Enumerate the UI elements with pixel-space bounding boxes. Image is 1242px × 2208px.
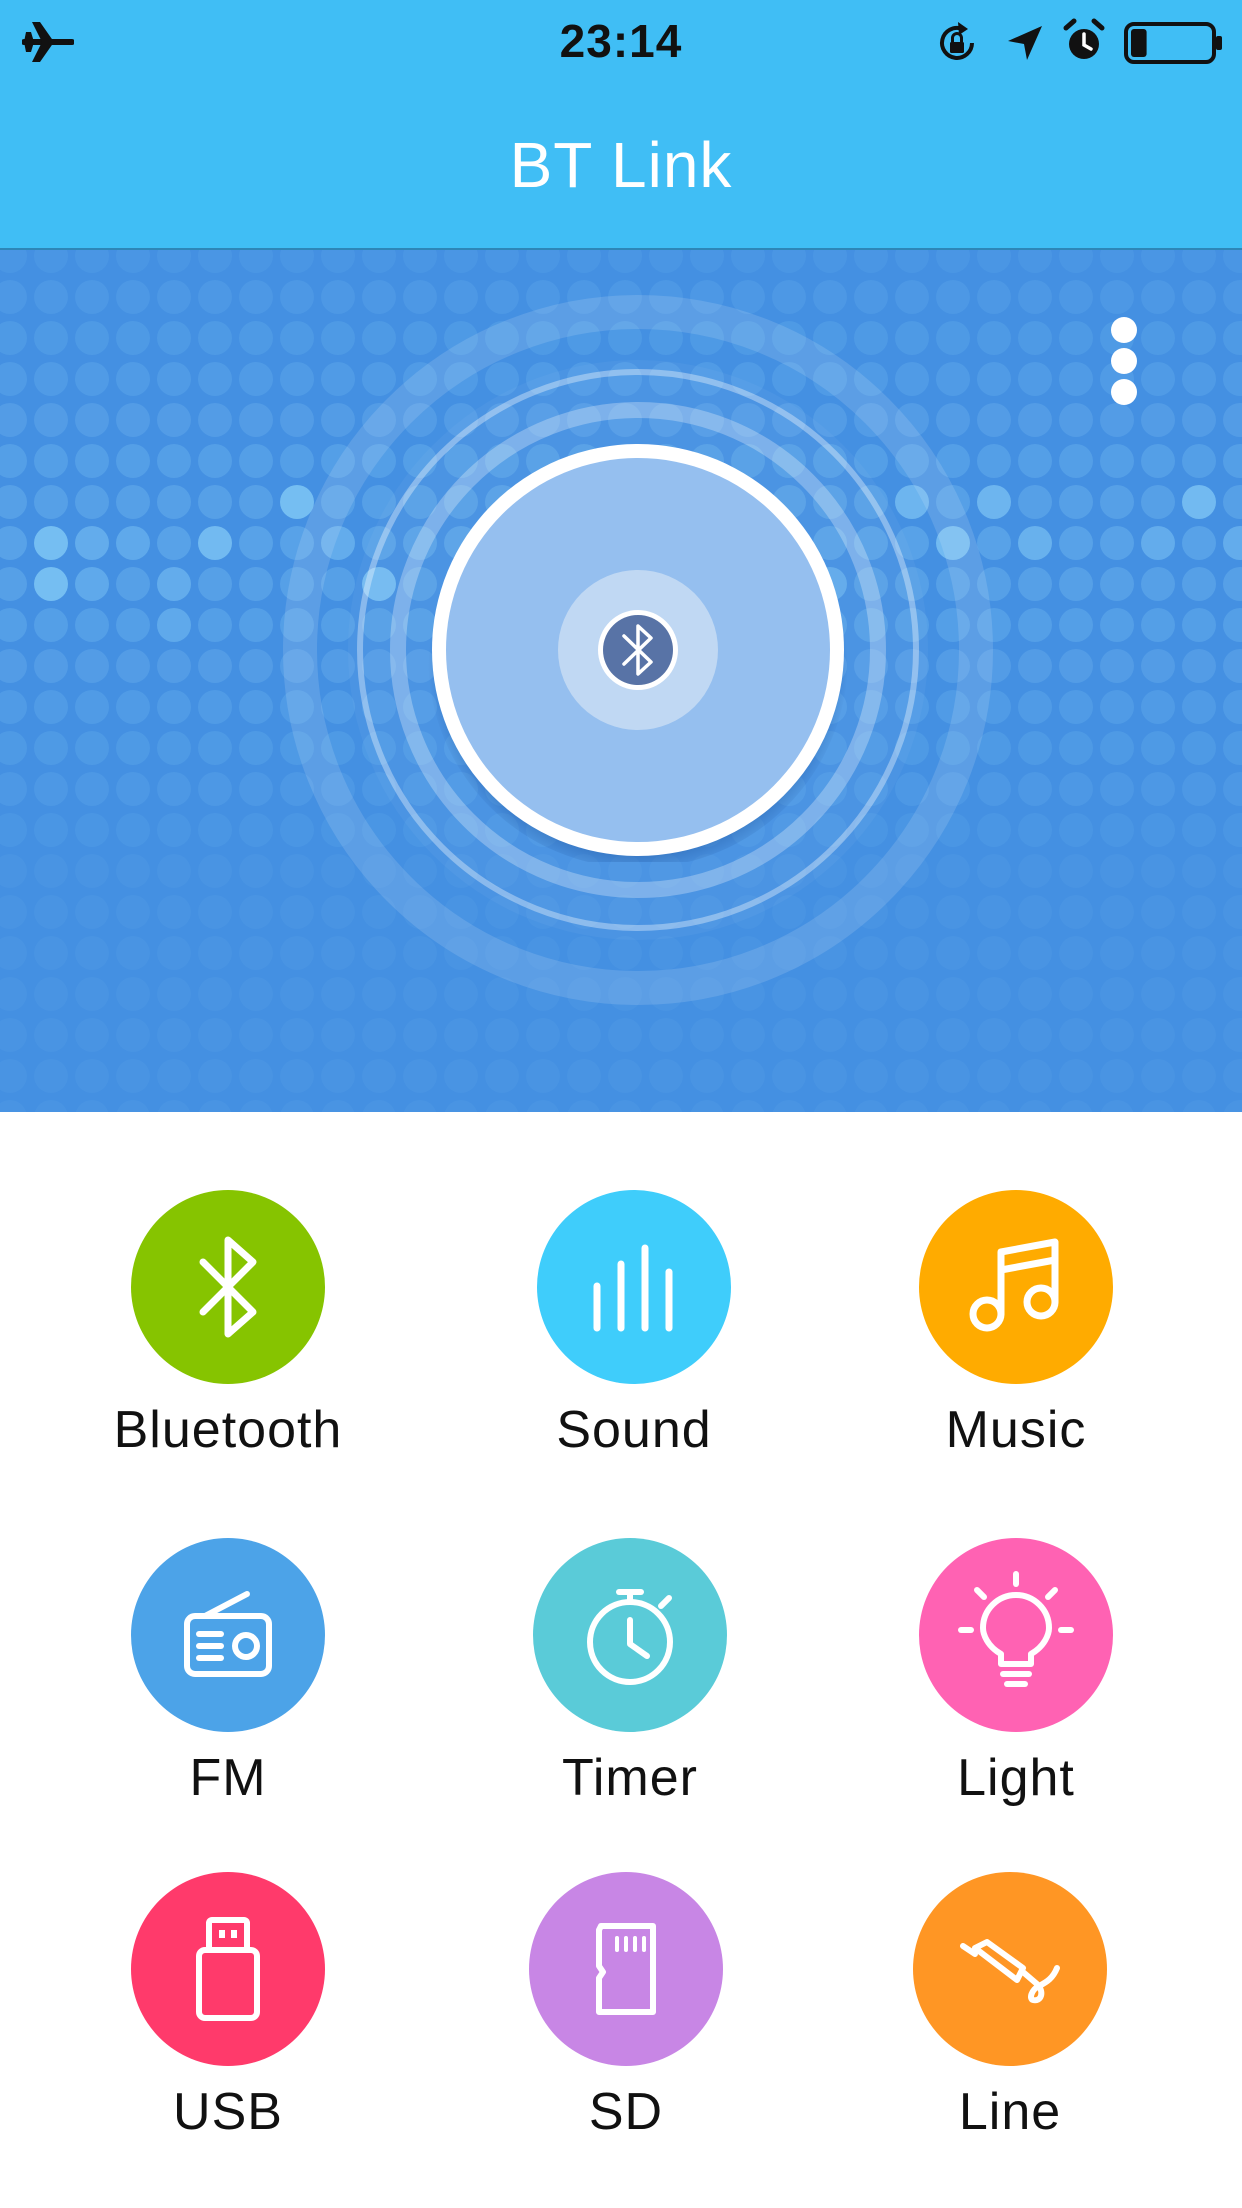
sound-mode-circle xyxy=(537,1190,731,1384)
sd-card-icon xyxy=(596,1923,656,2015)
usb-mode-label: USB xyxy=(173,2083,283,2141)
bluetooth-mode-button[interactable]: Bluetooth xyxy=(68,1190,388,1490)
music-mode-circle xyxy=(919,1190,1113,1384)
sound-mode-label: Sound xyxy=(556,1401,712,1459)
status-bar: 23:14 xyxy=(0,0,1242,84)
bluetooth-disc xyxy=(428,444,848,868)
radio-icon xyxy=(184,1591,272,1677)
sd-mode-button[interactable]: SD xyxy=(466,1872,786,2172)
light-mode-button[interactable]: Light xyxy=(856,1538,1176,1838)
audio-jack-icon xyxy=(960,1939,1060,2004)
timer-mode-circle xyxy=(533,1538,727,1732)
bluetooth-mode-circle xyxy=(131,1190,325,1384)
alarm-icon xyxy=(1063,18,1105,59)
sd-mode-label: SD xyxy=(588,2083,664,2141)
hero-panel xyxy=(0,250,1242,1112)
fm-mode-button[interactable]: FM xyxy=(68,1538,388,1838)
stopwatch-icon xyxy=(587,1589,673,1685)
function-grid: Bluetooth Sound Music FM Timer Light USB… xyxy=(0,1112,1242,2208)
line-in-mode-button[interactable]: Line xyxy=(850,1872,1170,2172)
music-note-icon xyxy=(969,1238,1059,1332)
music-mode-button[interactable]: Music xyxy=(856,1190,1176,1490)
usb-drive-icon xyxy=(196,1917,260,2021)
bluetooth-icon xyxy=(199,1236,257,1338)
usb-mode-circle xyxy=(131,1872,325,2066)
timer-mode-label: Timer xyxy=(562,1749,698,1807)
fm-mode-circle xyxy=(131,1538,325,1732)
line-in-mode-circle xyxy=(913,1872,1107,2066)
more-vertical-icon xyxy=(1111,317,1137,405)
light-mode-label: Light xyxy=(957,1749,1075,1807)
status-time: 23:14 xyxy=(559,15,683,67)
equalizer-icon xyxy=(593,1244,673,1332)
bluetooth-icon xyxy=(598,610,678,690)
more-menu-button[interactable] xyxy=(1094,312,1154,422)
sound-mode-button[interactable]: Sound xyxy=(474,1190,794,1490)
sd-mode-circle xyxy=(529,1872,723,2066)
timer-mode-button[interactable]: Timer xyxy=(470,1538,790,1838)
rotation-lock-icon xyxy=(940,22,974,60)
top-bar: 23:14 BT Link xyxy=(0,0,1242,250)
location-icon xyxy=(1008,26,1042,60)
light-mode-circle xyxy=(919,1538,1113,1732)
bluetooth-mode-label: Bluetooth xyxy=(113,1401,343,1459)
battery-icon xyxy=(1124,22,1222,64)
bluetooth-connect-button[interactable] xyxy=(428,442,848,868)
page-title: BT Link xyxy=(509,129,733,201)
app-screen: 23:14 BT Link Bluetooth Sound Music FM T… xyxy=(0,0,1242,2208)
usb-mode-button[interactable]: USB xyxy=(68,1872,388,2172)
light-bulb-icon xyxy=(958,1571,1074,1687)
fm-mode-label: FM xyxy=(189,1749,267,1807)
music-mode-label: Music xyxy=(945,1401,1087,1459)
line-in-mode-label: Line xyxy=(958,2083,1062,2141)
